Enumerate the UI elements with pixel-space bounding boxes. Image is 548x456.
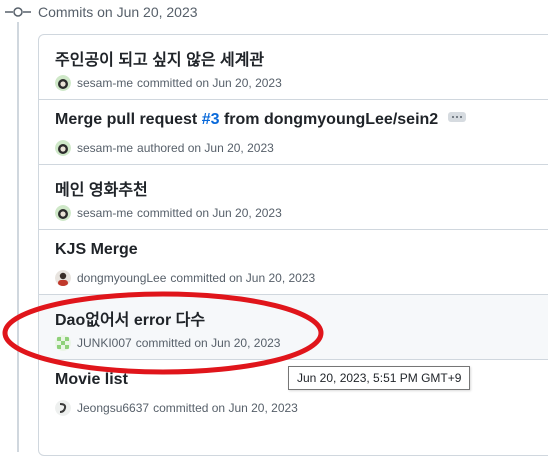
git-commit-icon xyxy=(5,7,31,17)
commit-title-link[interactable]: Movie list xyxy=(55,371,128,389)
commit-action-date: committed on Jun 20, 2023 xyxy=(137,206,282,220)
commit-action-date: committed on Jun 20, 2023 xyxy=(137,76,282,90)
commit-title-link[interactable]: KJS Merge xyxy=(55,241,138,259)
commit-title-link[interactable]: Merge pull request xyxy=(55,111,202,128)
timeline-line xyxy=(17,22,19,452)
commit-title: Merge pull request #3 from dongmyoungLee… xyxy=(55,111,467,129)
commit-meta: sesam-me committed on Jun 20, 2023 xyxy=(55,205,282,221)
avatar[interactable] xyxy=(55,140,71,156)
commit-row: Merge pull request #3 from dongmyoungLee… xyxy=(39,100,548,165)
commit-meta: Jeongsu6637 committed on Jun 20, 2023 xyxy=(55,400,298,416)
commit-row: 주인공이 되고 싶지 않은 세계관 sesam-me committed on … xyxy=(39,35,548,100)
commit-row: KJS Merge dongmyoungLee committed on Jun… xyxy=(39,230,548,295)
avatar[interactable] xyxy=(55,75,71,91)
commit-row: 메인 영화추천 sesam-me committed on Jun 20, 20… xyxy=(39,165,548,230)
commit-title-link-suffix[interactable]: from dongmyoungLee/sein2 xyxy=(220,111,438,128)
commit-author-link[interactable]: dongmyoungLee xyxy=(77,271,166,285)
commit-action-date: committed on Jun 20, 2023 xyxy=(135,336,281,350)
commit-author-link[interactable]: sesam-me xyxy=(77,76,133,90)
commit-group-title: Commits on Jun 20, 2023 xyxy=(38,4,198,20)
commit-author-link[interactable]: JUNKI007 xyxy=(77,336,132,350)
commit-meta: sesam-me committed on Jun 20, 2023 xyxy=(55,75,282,91)
avatar[interactable] xyxy=(55,270,71,286)
avatar[interactable] xyxy=(55,205,71,221)
avatar[interactable] xyxy=(55,400,71,416)
ellipsis-icon[interactable] xyxy=(448,111,467,122)
commit-meta: dongmyoungLee committed on Jun 20, 2023 xyxy=(55,270,315,286)
pull-request-link[interactable]: #3 xyxy=(202,111,220,128)
commit-action-date: committed on Jun 20, 2023 xyxy=(153,401,298,415)
commit-title-link[interactable]: 주인공이 되고 싶지 않은 세계관 xyxy=(55,46,264,70)
commit-action-date: authored on Jun 20, 2023 xyxy=(137,141,274,155)
commit-meta: sesam-me authored on Jun 20, 2023 xyxy=(55,140,274,156)
commit-meta: JUNKI007 committed on Jun 20, 2023 xyxy=(55,335,280,351)
commit-author-link[interactable]: sesam-me xyxy=(77,141,133,155)
commit-title-link[interactable]: 메인 영화추천 xyxy=(55,176,148,200)
commit-title-link[interactable]: Dao없어서 error 다수 xyxy=(55,306,205,330)
commit-list: 주인공이 되고 싶지 않은 세계관 sesam-me committed on … xyxy=(38,34,548,456)
commit-author-link[interactable]: sesam-me xyxy=(77,206,133,220)
timestamp-tooltip: Jun 20, 2023, 5:51 PM GMT+9 xyxy=(288,366,471,390)
commit-author-link[interactable]: Jeongsu6637 xyxy=(77,401,149,415)
commit-action-date: committed on Jun 20, 2023 xyxy=(170,271,316,285)
commit-row: Dao없어서 error 다수 JUNKI007 committed on Ju… xyxy=(39,295,548,360)
avatar[interactable] xyxy=(55,335,71,351)
